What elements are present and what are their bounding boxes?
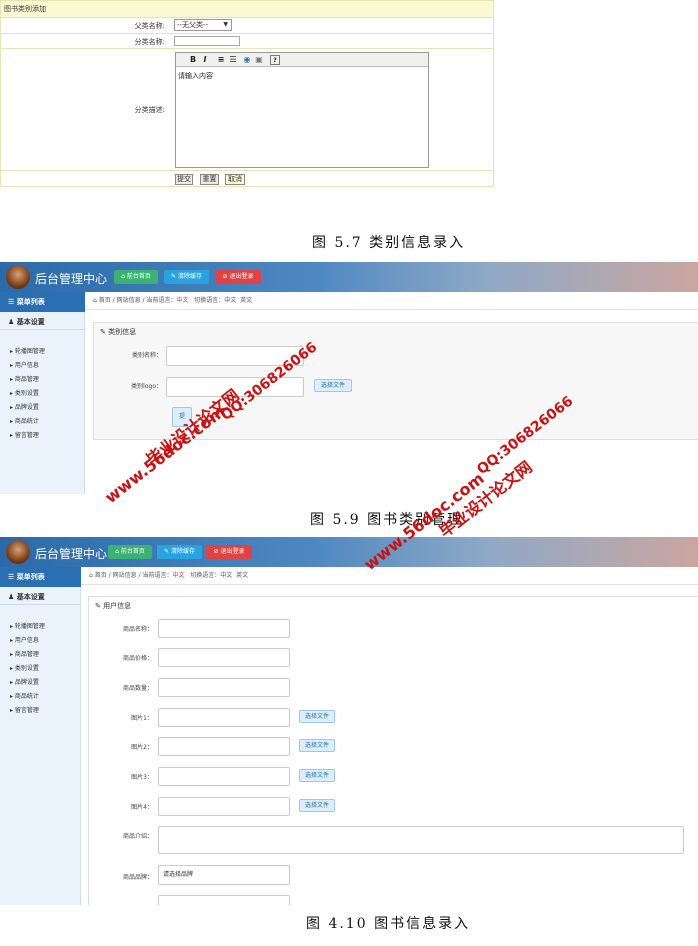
field-label: 类别名称： <box>131 352 162 359</box>
italic-icon[interactable]: I <box>200 55 210 65</box>
field-label: 图片2： <box>131 744 153 751</box>
home-icon: ⌂ <box>93 297 97 304</box>
sidebar-item-stats[interactable]: ▸ 商品统计 <box>10 691 39 700</box>
menu-title: ☰ 菜单列表 <box>0 292 85 312</box>
product-name-input[interactable] <box>158 619 290 638</box>
editor-toolbar: B I ≡ ☰ ◉ ▣ ? <box>176 53 428 67</box>
submit-button[interactable]: 提交 <box>175 174 193 185</box>
image3-input[interactable] <box>158 767 290 786</box>
image1-input[interactable] <box>158 708 290 727</box>
brand-select[interactable]: 请选择品牌 <box>158 865 290 885</box>
admin-panel-product: 后台管理中心 ⌂ 前台首页 ✎ 清除缓存 ⊘ 退出登录 ☰ 菜单列表 ♟ 基本设… <box>0 537 698 905</box>
buttons-row <box>0 171 494 187</box>
sidebar-item-messages[interactable]: ▸ 留言管理 <box>10 430 39 439</box>
header-bar: 后台管理中心 ⌂ 前台首页 ✎ 清除缓存 ⊘ 退出登录 <box>0 262 698 292</box>
sidebar-item-products[interactable]: ▸ 商品管理 <box>10 649 39 658</box>
parent-row: 父类名称: <box>0 18 494 34</box>
field-label: 商品介绍： <box>122 833 153 840</box>
ordered-list-icon[interactable]: ≡ <box>216 55 226 65</box>
choose-file-button[interactable]: 选择文件 <box>299 710 335 723</box>
edit-icon: ✎ <box>95 602 101 610</box>
field-label: 商品品牌： <box>122 874 153 881</box>
next-field-input[interactable] <box>158 895 290 905</box>
sidebar: ☰ 菜单列表 ♟ 基本设置 ▸ 轮播图管理 ▸ 用户信息 ▸ 商品管理 ▸ 类别… <box>0 292 85 494</box>
form-title: 图书类别添加 <box>0 0 494 18</box>
breadcrumb: ⌂ 首页 / 网站信息 / 当前语言：中文 切换语言：中文 英文 <box>81 567 698 585</box>
menu-title: ☰ 菜单列表 <box>0 567 81 587</box>
name-row: 分类名称: <box>0 34 494 49</box>
sidebar-item-categories[interactable]: ▸ 类别设置 <box>10 388 39 397</box>
card-title: ✎ 用户信息 <box>95 602 132 610</box>
field-label: 商品价格： <box>122 655 153 662</box>
image2-input[interactable] <box>158 737 290 756</box>
figure-caption: 图 4.10 图书信息录入 <box>306 916 471 932</box>
reset-button[interactable]: 重置 <box>200 174 219 185</box>
sidebar-item-products[interactable]: ▸ 商品管理 <box>10 374 39 383</box>
choose-file-button[interactable]: 选择文件 <box>299 739 335 752</box>
card-title: ✎ 类别信息 <box>100 328 137 336</box>
logout-button[interactable]: ⊘ 退出登录 <box>206 545 252 559</box>
choose-file-button[interactable]: 选择文件 <box>314 379 352 392</box>
flash-icon[interactable]: ▣ <box>254 55 264 65</box>
sidebar-item-users[interactable]: ▸ 用户信息 <box>10 635 39 644</box>
home-button[interactable]: ⌂ 前台首页 <box>114 270 158 284</box>
field-label: 商品名称： <box>122 626 153 633</box>
panel-title: 后台管理中心 <box>35 547 108 561</box>
section-header[interactable]: ♟ 基本设置 <box>0 314 85 330</box>
field-label: 图片3： <box>131 774 153 781</box>
sidebar-item-brands[interactable]: ▸ 品牌设置 <box>10 677 39 686</box>
sidebar-item-brands[interactable]: ▸ 品牌设置 <box>10 402 39 411</box>
sidebar-item-categories[interactable]: ▸ 类别设置 <box>10 663 39 672</box>
category-add-form: 图书类别添加 父类名称: --无父类-- ▼ 分类名称: 分类描述: B I ≡ … <box>0 0 494 188</box>
editor-text: 请输入内容 <box>178 72 213 80</box>
admin-panel-category: 后台管理中心 ⌂ 前台首页 ✎ 清除缓存 ⊘ 退出登录 ☰ 菜单列表 ♟ 基本设… <box>0 262 698 494</box>
image4-input[interactable] <box>158 797 290 816</box>
avatar <box>6 265 30 289</box>
product-quantity-input[interactable] <box>158 678 290 697</box>
help-icon[interactable]: ? <box>270 55 280 65</box>
header-bar: 后台管理中心 ⌂ 前台首页 ✎ 清除缓存 ⊘ 退出登录 <box>0 537 698 567</box>
desc-label: 分类描述: <box>134 106 165 114</box>
breadcrumb: ⌂ 首页 / 网站信息 / 当前语言：中文 切换语言：中文 英文 <box>85 292 698 310</box>
section-header[interactable]: ♟ 基本设置 <box>0 589 81 605</box>
field-label: 图片1： <box>131 715 153 722</box>
avatar <box>6 540 30 564</box>
sidebar: ☰ 菜单列表 ♟ 基本设置 ▸ 轮播图管理 ▸ 用户信息 ▸ 商品管理 ▸ 类别… <box>0 567 81 905</box>
field-label: 商品数量： <box>122 685 153 692</box>
clear-cache-button[interactable]: ✎ 清除缓存 <box>157 545 202 559</box>
figure-caption: 图 5.7 类别信息录入 <box>312 235 466 251</box>
panel-title: 后台管理中心 <box>35 272 108 286</box>
choose-file-button[interactable]: 选择文件 <box>299 799 335 812</box>
field-label: 类别logo： <box>131 383 162 390</box>
field-label: 图片4： <box>131 804 153 811</box>
sidebar-item-stats[interactable]: ▸ 商品统计 <box>10 416 39 425</box>
home-icon: ⌂ <box>89 572 93 579</box>
chevron-down-icon: ▼ <box>223 21 228 28</box>
sidebar-item-carousel[interactable]: ▸ 轮播图管理 <box>10 621 45 630</box>
sidebar-item-users[interactable]: ▸ 用户信息 <box>10 360 39 369</box>
product-card: ✎ 用户信息 商品名称： 商品价格： 商品数量： 图片1： 选择文件 图片2： … <box>88 596 698 905</box>
choose-file-button[interactable]: 选择文件 <box>299 769 335 782</box>
rich-text-editor[interactable]: B I ≡ ☰ ◉ ▣ ? 请输入内容 <box>175 52 429 168</box>
product-description-textarea[interactable] <box>158 826 684 854</box>
sidebar-item-carousel[interactable]: ▸ 轮播图管理 <box>10 346 45 355</box>
image-icon[interactable]: ◉ <box>242 55 252 65</box>
unordered-list-icon[interactable]: ☰ <box>228 55 238 65</box>
product-price-input[interactable] <box>158 648 290 667</box>
edit-icon: ✎ <box>100 328 106 336</box>
cancel-button[interactable]: 取消 <box>225 174 245 185</box>
category-name-input[interactable] <box>174 36 240 46</box>
sidebar-item-messages[interactable]: ▸ 留言管理 <box>10 705 39 714</box>
name-label: 分类名称: <box>134 38 165 46</box>
clear-cache-button[interactable]: ✎ 清除缓存 <box>164 270 209 284</box>
parent-label: 父类名称: <box>134 22 165 30</box>
logout-button[interactable]: ⊘ 退出登录 <box>215 270 261 284</box>
parent-select[interactable]: --无父类-- ▼ <box>174 19 232 31</box>
home-button[interactable]: ⌂ 前台首页 <box>108 545 152 559</box>
bold-icon[interactable]: B <box>188 55 198 65</box>
